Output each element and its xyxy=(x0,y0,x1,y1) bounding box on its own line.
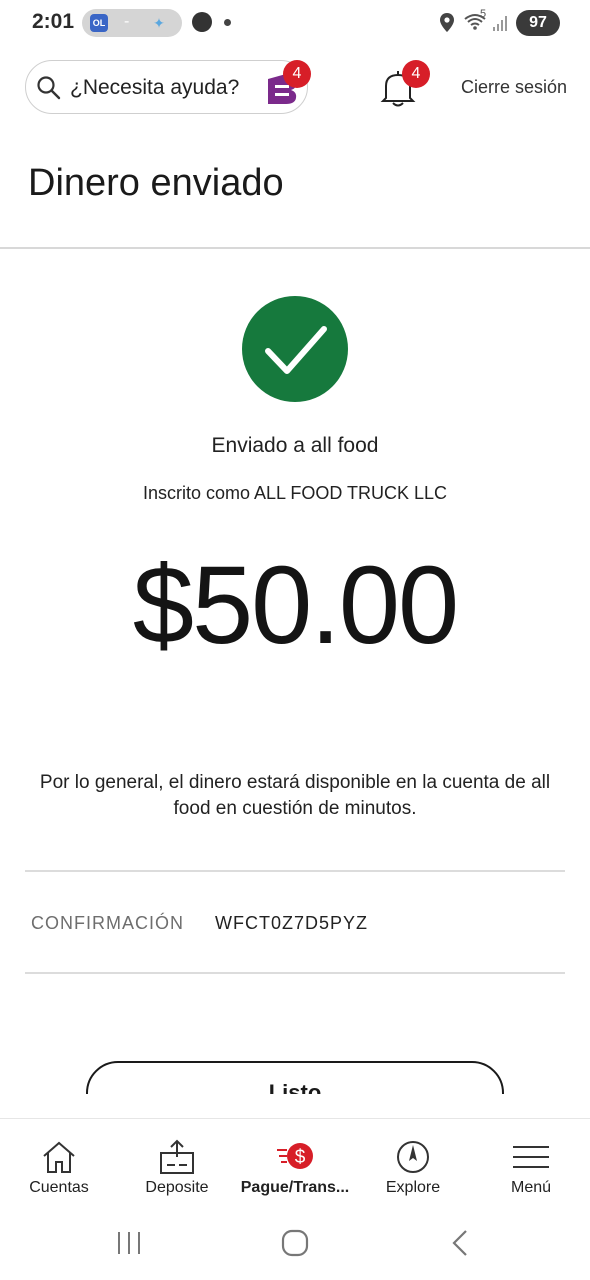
confirmation-number: WFCT0Z7D5PYZ xyxy=(215,913,369,933)
nav-item-explore[interactable]: Explore xyxy=(354,1119,472,1207)
wifi-band-label: 5 xyxy=(480,8,487,20)
menu-icon xyxy=(513,1146,549,1168)
amount-sent: $50.00 xyxy=(132,544,459,667)
notifications-badge: 4 xyxy=(402,60,430,88)
done-button-viewport: Listo xyxy=(0,1050,590,1094)
score-separator: - xyxy=(124,13,130,30)
success-check-icon xyxy=(242,296,348,402)
nav-label: Cuentas xyxy=(29,1179,89,1196)
recent-apps-icon[interactable] xyxy=(116,1230,142,1256)
notification-dot-icon xyxy=(224,19,231,26)
sign-out-link[interactable]: Cierre sesión xyxy=(461,77,567,98)
availability-note: Por lo general, el dinero estará disponi… xyxy=(39,772,551,819)
assistant-badge: 4 xyxy=(283,60,311,88)
divider xyxy=(0,247,590,249)
page-title: Dinero enviado xyxy=(28,162,284,204)
nav-item-deposit[interactable]: Deposite xyxy=(118,1119,236,1207)
enrolled-name-text: Inscrito como ALL FOOD TRUCK LLC xyxy=(142,483,448,503)
nav-label: Menú xyxy=(510,1179,552,1196)
deposit-icon xyxy=(160,1139,194,1174)
system-navigation-bar xyxy=(0,1206,590,1280)
status-time: 2:01 xyxy=(32,10,75,33)
soccer-ball-icon xyxy=(192,12,212,32)
nav-item-pay-transfer[interactable]: $ Pague/Trans... xyxy=(236,1119,354,1207)
confirmation-label: CONFIRMACIÓN xyxy=(31,913,184,933)
divider xyxy=(25,972,565,974)
nav-label: Deposite xyxy=(145,1179,209,1196)
search-icon xyxy=(37,76,61,100)
nav-label: Pague/Trans... xyxy=(240,1179,350,1196)
divider xyxy=(25,870,565,872)
search-placeholder: ¿Necesita ayuda? xyxy=(70,76,240,99)
team-logo-icon: ✦ xyxy=(153,15,165,31)
bottom-navigation: Cuentas Deposite $ Pague/Trans... Explor… xyxy=(0,1118,590,1206)
back-icon[interactable] xyxy=(450,1228,470,1258)
battery-indicator: 97 xyxy=(516,10,560,36)
home-button-icon[interactable] xyxy=(281,1229,309,1257)
compass-icon xyxy=(397,1141,429,1173)
done-button[interactable]: Listo xyxy=(86,1061,504,1094)
media-notification-pill: OL - ✦ xyxy=(82,9,182,37)
svg-text:$: $ xyxy=(295,1147,306,1168)
home-icon xyxy=(43,1141,75,1173)
recipient-text: Enviado a all food xyxy=(211,434,379,457)
signal-icon xyxy=(493,16,507,31)
team-logo-icon: OL xyxy=(90,14,108,32)
nav-label: Explore xyxy=(385,1179,441,1196)
pay-transfer-icon: $ xyxy=(277,1143,313,1169)
location-icon xyxy=(440,13,454,32)
nav-item-accounts[interactable]: Cuentas xyxy=(0,1119,118,1207)
nav-item-menu[interactable]: Menú xyxy=(472,1119,590,1207)
